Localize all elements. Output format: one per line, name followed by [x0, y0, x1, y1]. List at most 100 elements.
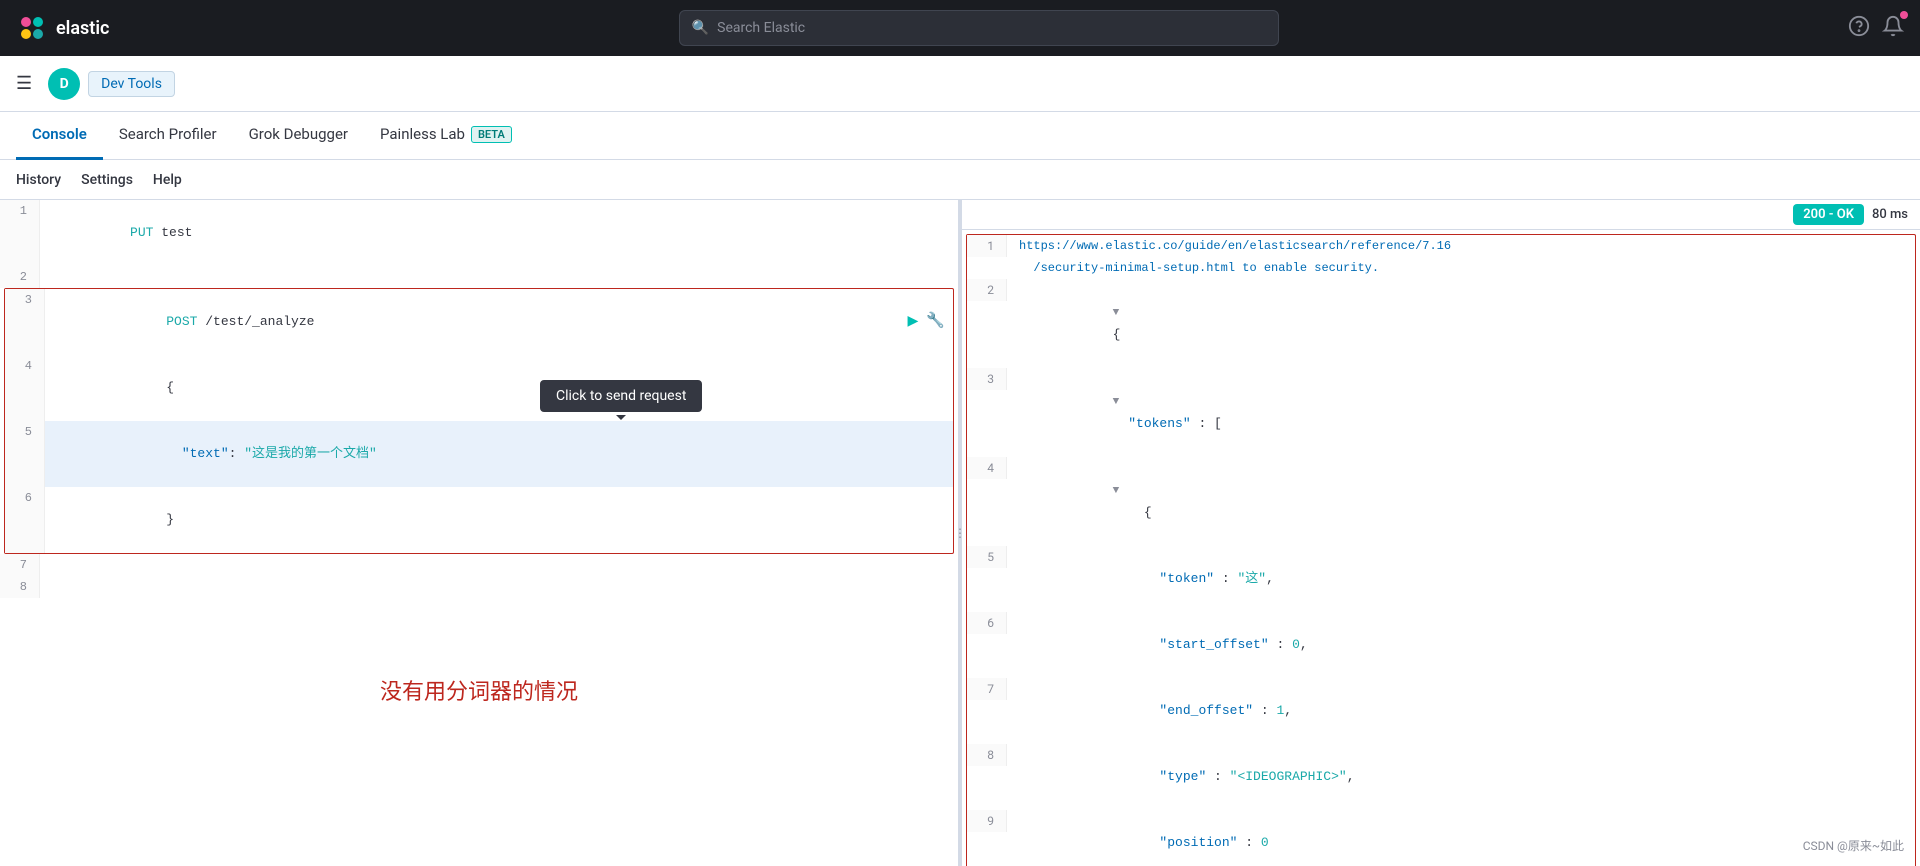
output-content-3: ▼ "tokens" : [ [1007, 368, 1915, 457]
line-number-6: 6 [5, 487, 45, 553]
line-number-3: 3 [5, 289, 45, 355]
editor-line-7: 7 [0, 554, 958, 576]
line-content-1: PUT test [40, 200, 958, 266]
tokens-key: "tokens" [1113, 416, 1191, 431]
output-num-7: 7 [967, 678, 1007, 700]
collapse-arrow-4[interactable]: ▼ [1113, 485, 1120, 497]
status-code: 200 - OK [1793, 204, 1864, 225]
elastic-logo[interactable]: elastic [16, 12, 109, 44]
url-text: test [161, 225, 192, 240]
main-content: 1 PUT test 2 3 POST /test/_analyze [0, 200, 1920, 866]
search-placeholder: Search Elastic [717, 20, 805, 36]
output-num-6: 6 [967, 612, 1007, 634]
output-line-2: 2 ▼ { [967, 279, 1915, 368]
status-bar: 200 - OK 80 ms [962, 200, 1920, 230]
annotation-text: 没有用分词器的情况 [380, 674, 578, 706]
search-icon: 🔍 [692, 20, 709, 36]
output-content-2: ▼ { [1007, 279, 1915, 368]
dev-tools-button[interactable]: Dev Tools [88, 71, 175, 97]
brace-open: { [1113, 327, 1121, 342]
tooltip-box: Click to send request [540, 380, 702, 412]
history-button[interactable]: History [16, 172, 61, 188]
tab-search-profiler[interactable]: Search Profiler [103, 112, 233, 160]
line-number-7: 7 [0, 554, 40, 576]
tab-console-label: Console [32, 125, 87, 143]
output-content-1: https://www.elastic.co/guide/en/elastics… [1007, 235, 1915, 257]
notification-badge [1900, 11, 1908, 19]
brand-name: elastic [56, 18, 109, 39]
tooltip-text: Click to send request [556, 388, 686, 404]
output-content-5: "token" : "这", [1007, 546, 1915, 612]
output-num-5: 5 [967, 546, 1007, 568]
output-content-4: ▼ { [1007, 457, 1915, 546]
line-content-2 [40, 266, 958, 288]
settings-button[interactable]: Settings [81, 172, 133, 188]
help-button[interactable]: Help [153, 172, 182, 188]
code-editor[interactable]: 1 PUT test 2 3 POST /test/_analyze [0, 200, 958, 866]
collapse-arrow-3[interactable]: ▼ [1113, 396, 1120, 408]
output-line-8: 8 "type" : "<IDEOGRAPHIC>", [967, 744, 1915, 810]
output-content-8: "type" : "<IDEOGRAPHIC>", [1007, 744, 1915, 810]
line-content-7 [40, 554, 958, 576]
post-method: POST [166, 314, 205, 329]
run-button[interactable]: ▶ [907, 311, 918, 333]
output-line-url-cont: /security-minimal-setup.html to enable s… [967, 257, 1915, 279]
sub-navigation: ☰ D Dev Tools [0, 56, 1920, 112]
hamburger-button[interactable]: ☰ [16, 73, 32, 94]
nav-right [1848, 15, 1904, 42]
output-num-3: 3 [967, 368, 1007, 390]
output-num-1: 1 [967, 235, 1007, 257]
output-border: 1 https://www.elastic.co/guide/en/elasti… [966, 234, 1916, 866]
open-brace: { [166, 380, 174, 395]
output-num-2: 2 [967, 279, 1007, 301]
tab-console[interactable]: Console [16, 112, 103, 160]
output-line-6: 6 "start_offset" : 0, [967, 612, 1915, 678]
output-content-7: "end_offset" : 1, [1007, 678, 1915, 744]
line-content-8 [40, 576, 958, 598]
line-number-1: 1 [0, 200, 40, 266]
post-url: /test/_analyze [205, 314, 314, 329]
search-bar[interactable]: 🔍 Search Elastic [679, 10, 1279, 46]
output-content-url-cont: /security-minimal-setup.html to enable s… [1007, 257, 1915, 279]
line-number-2: 2 [0, 266, 40, 288]
console-toolbar: History Settings Help [0, 160, 1920, 200]
wrench-button[interactable]: 🔧 [926, 311, 945, 333]
line-content-6: } [45, 487, 953, 553]
line-number-8: 8 [0, 576, 40, 598]
output-line-3: 3 ▼ "tokens" : [ [967, 368, 1915, 457]
output-line-9: 9 "position" : 0 [967, 810, 1915, 866]
tab-painless-lab[interactable]: Painless Lab BETA [364, 112, 528, 160]
editor-pane: 1 PUT test 2 3 POST /test/_analyze [0, 200, 958, 866]
output-line-1: 1 https://www.elastic.co/guide/en/elasti… [967, 235, 1915, 257]
output-content-6: "start_offset" : 0, [1007, 612, 1915, 678]
status-time: 80 ms [1872, 207, 1908, 222]
editor-line-5: 5 "text": "这是我的第一个文档" [5, 421, 953, 487]
editor-line-4: 4 { [5, 355, 953, 421]
tab-painless-lab-label: Painless Lab [380, 125, 465, 143]
user-avatar[interactable]: D [48, 68, 80, 100]
output-line-4: 4 ▼ { [967, 457, 1915, 546]
notification-icon[interactable] [1882, 15, 1904, 42]
editor-line-8: 8 [0, 576, 958, 598]
tab-grok-debugger-label: Grok Debugger [249, 125, 348, 143]
editor-line-3: 3 POST /test/_analyze ▶ 🔧 [5, 289, 953, 355]
line-content-5: "text": "这是我的第一个文档" [45, 421, 953, 487]
editor-line-1: 1 PUT test [0, 200, 958, 266]
tooltip-container: Click to send request [540, 380, 702, 412]
help-circle-icon[interactable] [1848, 15, 1870, 42]
editor-line-2: 2 [0, 266, 958, 288]
output-num-9: 9 [967, 810, 1007, 832]
output-num-8: 8 [967, 744, 1007, 766]
tab-search-profiler-label: Search Profiler [119, 125, 217, 143]
elastic-logo-icon [16, 12, 48, 44]
line-content-3: POST /test/_analyze [45, 289, 953, 355]
search-bar-wrapper: 🔍 Search Elastic [125, 10, 1832, 46]
output-num-4: 4 [967, 457, 1007, 479]
top-navigation: elastic 🔍 Search Elastic [0, 0, 1920, 56]
line-number-5: 5 [5, 421, 45, 487]
collapse-arrow-2[interactable]: ▼ [1113, 307, 1120, 319]
string-value: "这是我的第一个文档" [244, 446, 377, 461]
tab-grok-debugger[interactable]: Grok Debugger [233, 112, 364, 160]
beta-badge: BETA [471, 126, 512, 143]
output-scrollable[interactable]: 1 https://www.elastic.co/guide/en/elasti… [962, 230, 1920, 866]
